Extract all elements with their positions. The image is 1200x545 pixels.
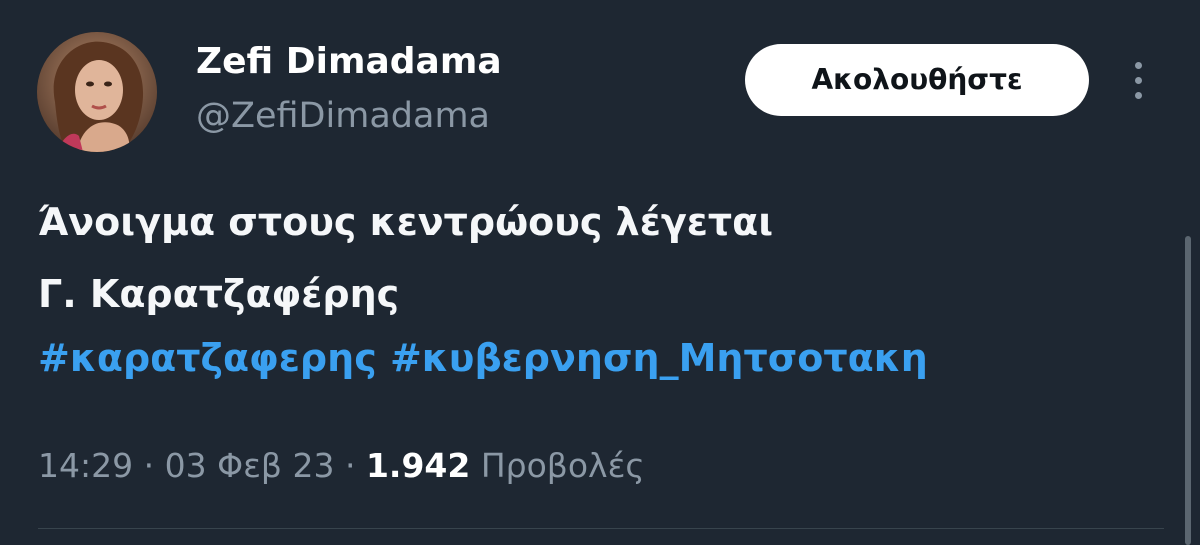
more-dot — [1134, 91, 1142, 99]
avatar[interactable] — [37, 32, 157, 152]
tweet-meta: 14:29 · 03 Φεβ 23 · 1.942 Προβολές — [38, 442, 645, 490]
scrollbar[interactable] — [1185, 236, 1191, 545]
avatar-image — [37, 32, 157, 152]
tweet-card: Zefi Dimadama @ZefiDimadama Ακολουθήστε … — [0, 0, 1200, 545]
divider — [38, 528, 1164, 529]
tweet-time[interactable]: 14:29 — [38, 446, 133, 485]
hashtag-link[interactable]: #καρατζαφερης — [38, 336, 377, 380]
author-display-name[interactable]: Zefi Dimadama — [196, 40, 502, 84]
author-handle[interactable]: @ZefiDimadama — [196, 94, 490, 138]
more-vertical-icon[interactable] — [1120, 54, 1156, 106]
tweet-text-line: Άνοιγμα στους κεντρώους λέγεται — [38, 200, 774, 244]
meta-separator: · — [143, 446, 155, 485]
more-dot — [1134, 61, 1142, 69]
hashtags: #καρατζαφερης #κυβερνηση_Μητσοτακη — [38, 330, 928, 386]
tweet-date[interactable]: 03 Φεβ 23 — [165, 446, 335, 485]
hashtag-link[interactable]: #κυβερνηση_Μητσοτακη — [390, 336, 928, 380]
more-dot — [1134, 76, 1142, 84]
meta-separator: · — [344, 446, 356, 485]
views-count: 1.942 — [365, 446, 471, 485]
views-label: Προβολές — [480, 446, 645, 485]
follow-button[interactable]: Ακολουθήστε — [745, 44, 1089, 116]
tweet-text-line: Γ. Καρατζαφέρης — [38, 272, 400, 316]
tweet-text: Άνοιγμα στους κεντρώους λέγεται Γ. Καρατ… — [38, 186, 1138, 330]
